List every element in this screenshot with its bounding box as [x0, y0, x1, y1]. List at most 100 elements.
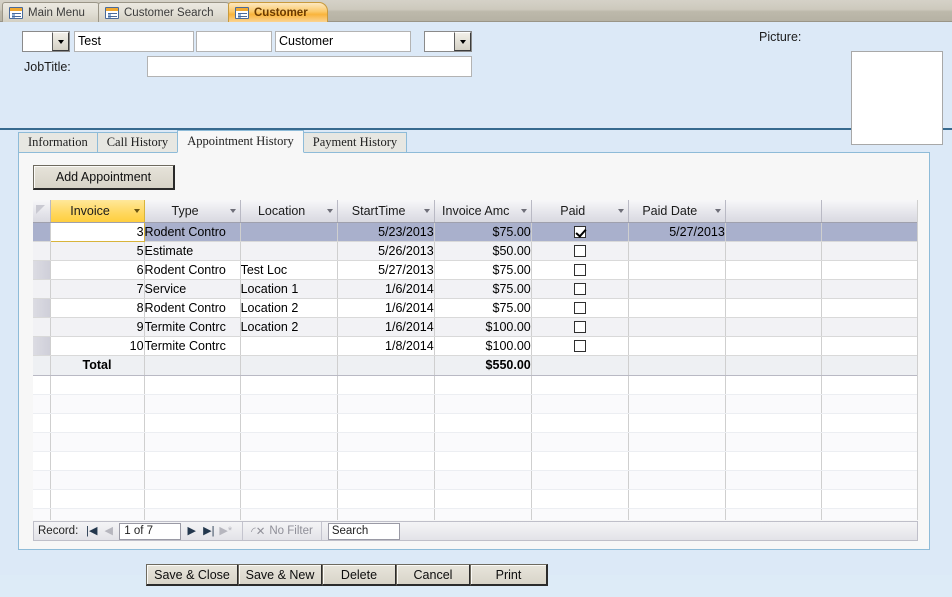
- save-new-button[interactable]: Save & New: [238, 564, 323, 586]
- cell-amount[interactable]: $75.00: [434, 260, 532, 280]
- column-header-paid[interactable]: Paid: [531, 200, 629, 223]
- column-header-start[interactable]: StartTime: [337, 200, 435, 223]
- cell-paiddate[interactable]: [628, 317, 726, 337]
- document-tab-customer[interactable]: Customer: [228, 2, 328, 22]
- cell-amount[interactable]: $75.00: [434, 279, 532, 299]
- cell-start[interactable]: 1/6/2014: [337, 279, 435, 299]
- cell-invoice[interactable]: 6: [50, 260, 145, 280]
- cell-amount[interactable]: $75.00: [434, 298, 532, 318]
- cell-blank1[interactable]: [725, 317, 822, 337]
- chevron-down-icon[interactable]: [454, 32, 471, 51]
- tab-appointment-history[interactable]: Appointment History: [177, 130, 304, 153]
- cell-start[interactable]: 5/23/2013: [337, 222, 435, 242]
- cell-location[interactable]: [240, 222, 338, 242]
- cell-start[interactable]: 1/8/2014: [337, 336, 435, 356]
- cell-paid[interactable]: [531, 336, 629, 356]
- appointment-datasheet[interactable]: Invoice Type Location StartTime Invoice Amc P…: [33, 200, 918, 520]
- cell-paid[interactable]: [531, 298, 629, 318]
- table-row[interactable]: 3 Rodent Contro 5/23/2013 $75.00 5/27/2013: [33, 221, 917, 242]
- column-header-location[interactable]: Location: [240, 200, 338, 223]
- cell-invoice[interactable]: 10: [50, 336, 145, 356]
- row-selector[interactable]: [33, 241, 51, 261]
- cancel-button[interactable]: Cancel: [396, 564, 471, 586]
- select-all-corner[interactable]: [33, 200, 51, 223]
- cell-blank1[interactable]: [725, 336, 822, 356]
- cell-amount[interactable]: $75.00: [434, 222, 532, 242]
- title-combo[interactable]: [22, 31, 70, 52]
- paid-checkbox[interactable]: [573, 245, 586, 258]
- table-row[interactable]: 9 Termite Contrc Location 2 1/6/2014 $100.00: [33, 317, 917, 337]
- cell-type[interactable]: Rodent Contro: [144, 260, 241, 280]
- cell-blank1[interactable]: [725, 241, 822, 261]
- cell-type[interactable]: Rodent Contro: [144, 222, 241, 242]
- cell-blank1[interactable]: [725, 260, 822, 280]
- add-appointment-button[interactable]: Add Appointment: [33, 165, 175, 190]
- table-row[interactable]: 5 Estimate 5/26/2013 $50.00: [33, 241, 917, 261]
- record-position-input[interactable]: 1 of 7: [119, 522, 182, 540]
- cell-blank2[interactable]: [821, 279, 917, 299]
- table-row[interactable]: 7 Service Location 1 1/6/2014 $75.00: [33, 279, 917, 299]
- cell-invoice[interactable]: 8: [50, 298, 145, 318]
- tab-information[interactable]: Information: [18, 132, 98, 153]
- jobtitle-field[interactable]: [147, 56, 472, 77]
- cell-paiddate[interactable]: [628, 279, 726, 299]
- first-record-icon[interactable]: |◀: [83, 523, 100, 539]
- chevron-down-icon[interactable]: [326, 209, 333, 213]
- document-tab-customer-search[interactable]: Customer Search: [98, 2, 234, 22]
- cell-location[interactable]: [240, 336, 338, 356]
- delete-button[interactable]: Delete: [322, 564, 397, 586]
- cell-amount[interactable]: $100.00: [434, 336, 532, 356]
- chevron-down-icon[interactable]: [229, 209, 236, 213]
- cell-blank2[interactable]: [821, 317, 917, 337]
- cell-paid[interactable]: [531, 279, 629, 299]
- paid-checkbox[interactable]: [573, 283, 586, 296]
- tab-payment-history[interactable]: Payment History: [302, 132, 408, 153]
- cell-start[interactable]: 1/6/2014: [337, 317, 435, 337]
- cell-location[interactable]: Test Loc: [240, 260, 338, 280]
- document-tab-main-menu[interactable]: Main Menu: [2, 2, 104, 22]
- cell-blank2[interactable]: [821, 336, 917, 356]
- cell-paid[interactable]: [531, 241, 629, 261]
- cell-blank1[interactable]: [725, 298, 822, 318]
- column-header-invoice[interactable]: Invoice: [50, 200, 145, 223]
- cell-paid[interactable]: [531, 222, 629, 242]
- next-record-icon[interactable]: ▶: [183, 523, 200, 539]
- tab-call-history[interactable]: Call History: [96, 132, 179, 153]
- cell-blank2[interactable]: [821, 222, 917, 242]
- last-name-field[interactable]: Customer: [275, 31, 411, 52]
- print-button[interactable]: Print: [470, 564, 548, 586]
- chevron-down-icon[interactable]: [714, 209, 721, 213]
- column-header-blank[interactable]: [725, 200, 822, 223]
- row-selector[interactable]: [33, 222, 51, 242]
- cell-invoice[interactable]: 7: [50, 279, 145, 299]
- cell-start[interactable]: 1/6/2014: [337, 298, 435, 318]
- middle-name-field[interactable]: [196, 31, 272, 52]
- cell-paiddate[interactable]: [628, 241, 726, 261]
- cell-type[interactable]: Estimate: [144, 241, 241, 261]
- table-row[interactable]: 10 Termite Contrc 1/8/2014 $100.00: [33, 336, 917, 356]
- cell-blank2[interactable]: [821, 260, 917, 280]
- chevron-down-icon[interactable]: [520, 209, 527, 213]
- cell-amount[interactable]: $100.00: [434, 317, 532, 337]
- cell-blank1[interactable]: [725, 222, 822, 242]
- chevron-down-icon[interactable]: [133, 209, 140, 213]
- column-header-blank[interactable]: [821, 200, 917, 223]
- cell-blank2[interactable]: [821, 298, 917, 318]
- row-selector[interactable]: [33, 298, 51, 318]
- paid-checkbox[interactable]: [573, 264, 586, 277]
- paid-checkbox[interactable]: [573, 321, 586, 334]
- search-input[interactable]: Search: [327, 522, 400, 540]
- cell-paid[interactable]: [531, 260, 629, 280]
- no-filter-button[interactable]: ◜✕ No Filter: [242, 522, 322, 540]
- chevron-down-icon[interactable]: [617, 209, 624, 213]
- cell-paiddate[interactable]: [628, 336, 726, 356]
- cell-blank1[interactable]: [725, 279, 822, 299]
- cell-invoice[interactable]: 9: [50, 317, 145, 337]
- cell-start[interactable]: 5/26/2013: [337, 241, 435, 261]
- cell-invoice[interactable]: 3: [49, 221, 145, 242]
- paid-checkbox[interactable]: [573, 226, 586, 239]
- previous-record-icon[interactable]: ◀: [100, 523, 117, 539]
- cell-location[interactable]: [240, 241, 338, 261]
- row-selector[interactable]: [33, 260, 51, 280]
- row-selector[interactable]: [33, 317, 51, 337]
